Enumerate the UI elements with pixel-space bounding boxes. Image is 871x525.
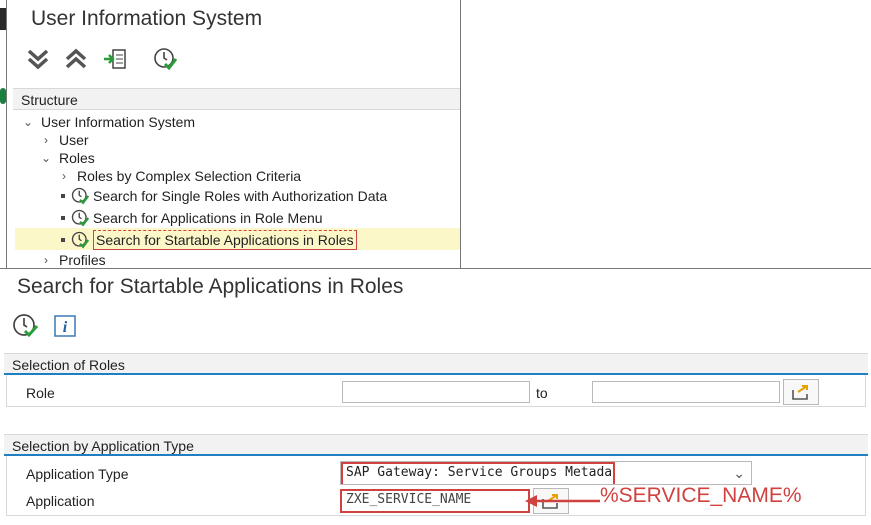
tree-node-roles[interactable]: ⌄ Roles xyxy=(39,148,95,168)
tree-node-label: Profiles xyxy=(59,252,106,268)
double-chevron-up-icon xyxy=(65,48,87,69)
role-from-input[interactable] xyxy=(342,381,530,403)
bullet-icon xyxy=(61,194,65,198)
svg-text:i: i xyxy=(63,319,68,336)
to-label: to xyxy=(536,385,548,401)
application-type-value: SAP Gateway: Service Groups Metadata xyxy=(341,462,615,484)
tree-node-label: User Information System xyxy=(41,114,196,130)
tree-node-label: Search for Single Roles with Authorizati… xyxy=(93,188,388,204)
info-icon: i xyxy=(54,315,76,337)
tree-node-label: Search for Startable Applications in Rol… xyxy=(93,230,357,250)
collapse-all-button[interactable] xyxy=(61,44,91,74)
window-title: User Information System xyxy=(31,7,263,30)
annotation-callout: %SERVICE_NAME% xyxy=(600,484,802,507)
application-label: Application xyxy=(26,493,95,509)
execute-clock-icon xyxy=(154,48,177,71)
chevron-down-icon: ⌄ xyxy=(733,465,745,481)
structure-header: Structure xyxy=(13,88,460,110)
chevron-right-icon[interactable]: › xyxy=(39,250,53,270)
application-input[interactable]: ZXE_SERVICE_NAME xyxy=(340,489,530,513)
application-type-dropdown[interactable]: SAP Gateway: Service Groups Metadata ⌄ xyxy=(340,461,752,485)
tree-node-profiles[interactable]: › Profiles xyxy=(39,250,106,270)
arrow-left-icon xyxy=(525,495,600,507)
execute-button[interactable] xyxy=(150,44,180,74)
tree-node-label: Roles by Complex Selection Criteria xyxy=(77,168,302,184)
execute-clock-icon xyxy=(71,187,89,205)
section-header-app-type: Selection by Application Type xyxy=(4,434,868,456)
chevron-right-icon[interactable]: › xyxy=(39,130,53,150)
double-chevron-down-icon xyxy=(27,49,49,70)
tree-node-startable-apps[interactable]: Search for Startable Applications in Rol… xyxy=(61,230,357,250)
tree-node-label: Search for Applications in Role Menu xyxy=(93,210,323,226)
bullet-icon xyxy=(61,238,65,242)
bullet-icon xyxy=(61,216,65,220)
role-to-input[interactable] xyxy=(592,381,780,403)
window-title: Search for Startable Applications in Rol… xyxy=(17,275,404,298)
user-information-system-window: User Information System Structure ⌄ User… xyxy=(6,0,461,272)
role-label: Role xyxy=(26,385,55,401)
execute-clock-icon xyxy=(71,231,89,249)
tree-node-label: User xyxy=(59,132,89,148)
tree-node-root[interactable]: ⌄ User Information System xyxy=(21,112,195,132)
info-button[interactable]: i xyxy=(50,311,80,341)
chevron-down-icon[interactable]: ⌄ xyxy=(39,148,53,168)
chevron-down-icon[interactable]: ⌄ xyxy=(21,112,35,132)
tree-node-label: Roles xyxy=(59,150,95,166)
application-type-label: Application Type xyxy=(26,466,129,482)
execute-clock-icon xyxy=(71,209,89,227)
tree-node-roles-complex[interactable]: › Roles by Complex Selection Criteria xyxy=(57,166,301,186)
chevron-right-icon[interactable]: › xyxy=(57,166,71,186)
export-button[interactable] xyxy=(100,44,130,74)
export-icon xyxy=(104,49,126,69)
section-header-roles: Selection of Roles xyxy=(4,353,868,375)
execute-clock-icon xyxy=(13,314,38,338)
multiple-selection-button[interactable] xyxy=(783,379,819,405)
execute-button[interactable] xyxy=(10,311,40,341)
tree-node-apps-menu[interactable]: Search for Applications in Role Menu xyxy=(61,208,323,228)
multiple-selection-icon xyxy=(792,385,808,400)
tree-node-single-roles[interactable]: Search for Single Roles with Authorizati… xyxy=(61,186,387,206)
tree-node-user[interactable]: › User xyxy=(39,130,89,150)
expand-all-button[interactable] xyxy=(23,44,53,74)
